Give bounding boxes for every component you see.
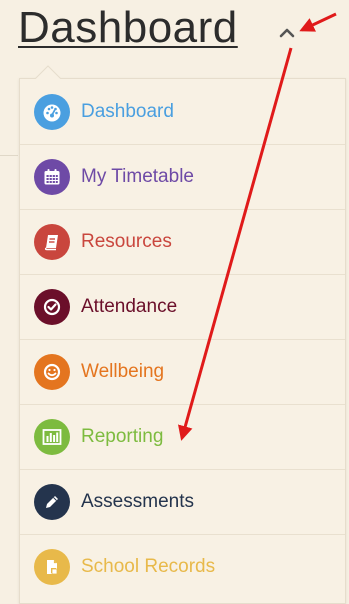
menu-item-label: Wellbeing bbox=[81, 361, 165, 382]
menu-item-assessments[interactable]: Assessments bbox=[20, 469, 345, 534]
smiley-icon bbox=[34, 354, 70, 390]
calendar-icon bbox=[34, 159, 70, 195]
menu-item-school-records[interactable]: School Records bbox=[20, 534, 345, 599]
page-title-dashboard-toggle[interactable]: Dashboard bbox=[18, 2, 238, 54]
menu-item-label: Assessments bbox=[81, 491, 194, 512]
menu-item-label: My Timetable bbox=[81, 166, 194, 187]
menu-item-label: Attendance bbox=[81, 296, 178, 317]
menu-item-label: Dashboard bbox=[81, 100, 174, 122]
pencil-icon bbox=[34, 484, 70, 520]
book-icon bbox=[34, 224, 70, 260]
divider-line bbox=[0, 155, 18, 156]
menu-item-label: Resources bbox=[81, 231, 172, 252]
navigation-dropdown-menu: Dashboard My Timetable Resources Attenda… bbox=[19, 78, 346, 604]
menu-item-dashboard[interactable]: Dashboard bbox=[20, 79, 345, 144]
bar-chart-icon bbox=[34, 419, 70, 455]
dashboard-gauge-icon bbox=[34, 93, 70, 130]
dropdown-pointer bbox=[35, 65, 61, 79]
menu-item-my-timetable[interactable]: My Timetable bbox=[20, 144, 345, 209]
menu-item-attendance[interactable]: Attendance bbox=[20, 274, 345, 339]
check-circle-icon bbox=[34, 289, 70, 325]
menu-item-label: Reporting bbox=[81, 426, 164, 447]
menu-item-reporting[interactable]: Reporting bbox=[20, 404, 345, 469]
chevron-up-icon[interactable] bbox=[279, 26, 295, 38]
menu-item-label: School Records bbox=[81, 556, 216, 577]
menu-item-wellbeing[interactable]: Wellbeing bbox=[20, 339, 345, 404]
menu-item-resources[interactable]: Resources bbox=[20, 209, 345, 274]
document-icon bbox=[34, 549, 70, 585]
